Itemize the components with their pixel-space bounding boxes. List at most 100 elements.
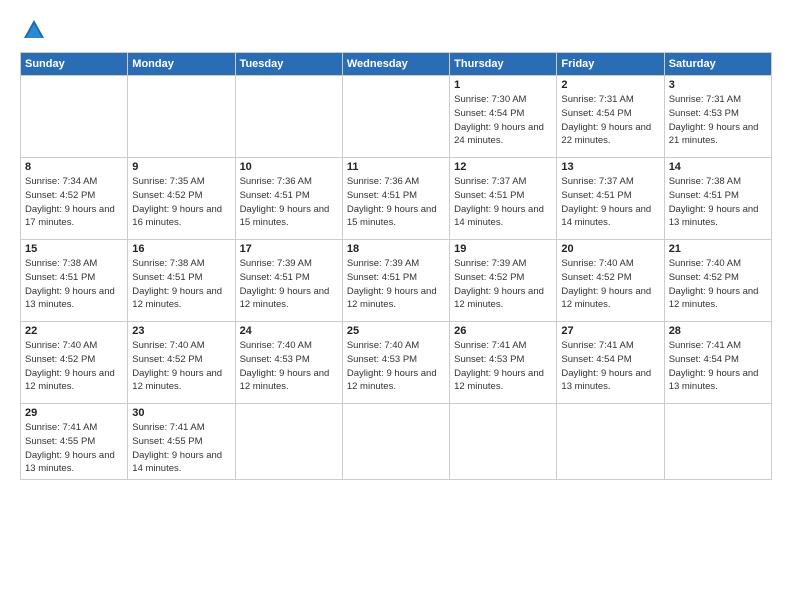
calendar-week-2: 15 Sunrise: 7:38 AM Sunset: 4:51 PM Dayli… <box>21 240 772 322</box>
day-info: Sunrise: 7:39 AM Sunset: 4:51 PM Dayligh… <box>240 257 338 312</box>
calendar-cell: 9Sunrise: 7:35 AM Sunset: 4:52 PM Daylig… <box>128 158 235 240</box>
calendar-cell: 30 Sunrise: 7:41 AM Sunset: 4:55 PM Dayli… <box>128 404 235 480</box>
calendar-cell: 8 Sunrise: 7:34 AM Sunset: 4:52 PM Daylig… <box>21 158 128 240</box>
day-number: 12 <box>454 161 552 173</box>
day-number: 19 <box>454 243 552 255</box>
calendar-cell <box>128 76 235 158</box>
day-info: Sunrise: 7:36 AM Sunset: 4:51 PM Dayligh… <box>347 175 445 230</box>
calendar-cell: 23 Sunrise: 7:40 AM Sunset: 4:52 PM Dayli… <box>128 322 235 404</box>
calendar-cell: 11 Sunrise: 7:36 AM Sunset: 4:51 PM Dayli… <box>342 158 449 240</box>
calendar-cell: 16 Sunrise: 7:38 AM Sunset: 4:51 PM Dayli… <box>128 240 235 322</box>
header <box>20 16 772 44</box>
day-number: 30 <box>132 407 230 419</box>
calendar-cell: 21Sunrise: 7:40 AM Sunset: 4:52 PM Dayli… <box>664 240 771 322</box>
day-number: 20 <box>561 243 659 255</box>
calendar-cell: 22 Sunrise: 7:40 AM Sunset: 4:52 PM Dayli… <box>21 322 128 404</box>
calendar-header-row: SundayMondayTuesdayWednesdayThursdayFrid… <box>21 53 772 76</box>
calendar-cell <box>342 76 449 158</box>
day-number: 27 <box>561 325 659 337</box>
calendar-cell: 18 Sunrise: 7:39 AM Sunset: 4:51 PM Dayli… <box>342 240 449 322</box>
calendar-header-saturday: Saturday <box>664 53 771 76</box>
day-info: Sunrise: 7:37 AM Sunset: 4:51 PM Dayligh… <box>561 175 659 230</box>
calendar-cell: 28 Sunrise: 7:41 AM Sunset: 4:54 PM Dayli… <box>664 322 771 404</box>
calendar-header-friday: Friday <box>557 53 664 76</box>
day-number: 11 <box>347 161 445 173</box>
calendar-body: 1 Sunrise: 7:30 AM Sunset: 4:54 PM Daylig… <box>21 76 772 480</box>
calendar: SundayMondayTuesdayWednesdayThursdayFrid… <box>20 52 772 480</box>
calendar-cell: 19 Sunrise: 7:39 AM Sunset: 4:52 PM Dayli… <box>450 240 557 322</box>
calendar-cell: 10Sunrise: 7:36 AM Sunset: 4:51 PM Dayli… <box>235 158 342 240</box>
calendar-cell: 14 Sunrise: 7:38 AM Sunset: 4:51 PM Dayli… <box>664 158 771 240</box>
day-info: Sunrise: 7:31 AM Sunset: 4:54 PM Dayligh… <box>561 93 659 148</box>
calendar-cell: 2 Sunrise: 7:31 AM Sunset: 4:54 PM Daylig… <box>557 76 664 158</box>
day-info: Sunrise: 7:41 AM Sunset: 4:55 PM Dayligh… <box>132 421 230 476</box>
day-number: 24 <box>240 325 338 337</box>
day-info: Sunrise: 7:41 AM Sunset: 4:54 PM Dayligh… <box>561 339 659 394</box>
day-number: 14 <box>669 161 767 173</box>
day-info: Sunrise: 7:37 AM Sunset: 4:51 PM Dayligh… <box>454 175 552 230</box>
day-info: Sunrise: 7:41 AM Sunset: 4:54 PM Dayligh… <box>669 339 767 394</box>
day-info: Sunrise: 7:41 AM Sunset: 4:53 PM Dayligh… <box>454 339 552 394</box>
day-info: Sunrise: 7:38 AM Sunset: 4:51 PM Dayligh… <box>132 257 230 312</box>
calendar-cell: 20 Sunrise: 7:40 AM Sunset: 4:52 PM Dayli… <box>557 240 664 322</box>
day-number: 10 <box>240 161 338 173</box>
day-number: 29 <box>25 407 123 419</box>
day-number: 9 <box>132 161 230 173</box>
calendar-cell <box>664 404 771 480</box>
day-info: Sunrise: 7:39 AM Sunset: 4:51 PM Dayligh… <box>347 257 445 312</box>
day-number: 1 <box>454 79 552 91</box>
day-number: 25 <box>347 325 445 337</box>
calendar-cell <box>450 404 557 480</box>
calendar-cell: 25 Sunrise: 7:40 AM Sunset: 4:53 PM Dayli… <box>342 322 449 404</box>
day-info: Sunrise: 7:40 AM Sunset: 4:53 PM Dayligh… <box>347 339 445 394</box>
calendar-cell: 17 Sunrise: 7:39 AM Sunset: 4:51 PM Dayli… <box>235 240 342 322</box>
calendar-cell <box>235 404 342 480</box>
day-number: 3 <box>669 79 767 91</box>
day-info: Sunrise: 7:40 AM Sunset: 4:52 PM Dayligh… <box>561 257 659 312</box>
logo-icon <box>20 16 48 44</box>
day-number: 28 <box>669 325 767 337</box>
day-info: Sunrise: 7:31 AM Sunset: 4:53 PM Dayligh… <box>669 93 767 148</box>
calendar-header-tuesday: Tuesday <box>235 53 342 76</box>
day-number: 18 <box>347 243 445 255</box>
calendar-header-thursday: Thursday <box>450 53 557 76</box>
calendar-cell: 15 Sunrise: 7:38 AM Sunset: 4:51 PM Dayli… <box>21 240 128 322</box>
day-info: Sunrise: 7:34 AM Sunset: 4:52 PM Dayligh… <box>25 175 123 230</box>
day-info: Sunrise: 7:30 AM Sunset: 4:54 PM Dayligh… <box>454 93 552 148</box>
calendar-header-sunday: Sunday <box>21 53 128 76</box>
logo <box>20 16 52 44</box>
page: SundayMondayTuesdayWednesdayThursdayFrid… <box>0 0 792 612</box>
calendar-cell: 12 Sunrise: 7:37 AM Sunset: 4:51 PM Dayli… <box>450 158 557 240</box>
day-number: 13 <box>561 161 659 173</box>
day-info: Sunrise: 7:38 AM Sunset: 4:51 PM Dayligh… <box>669 175 767 230</box>
calendar-cell: 3 Sunrise: 7:31 AM Sunset: 4:53 PM Daylig… <box>664 76 771 158</box>
calendar-cell <box>557 404 664 480</box>
calendar-cell <box>235 76 342 158</box>
calendar-header-monday: Monday <box>128 53 235 76</box>
day-info: Sunrise: 7:40 AM Sunset: 4:53 PM Dayligh… <box>240 339 338 394</box>
day-number: 22 <box>25 325 123 337</box>
calendar-week-3: 22 Sunrise: 7:40 AM Sunset: 4:52 PM Dayli… <box>21 322 772 404</box>
day-number: 21 <box>669 243 767 255</box>
day-info: Sunrise: 7:40 AM Sunset: 4:52 PM Dayligh… <box>132 339 230 394</box>
day-info: Sunrise: 7:39 AM Sunset: 4:52 PM Dayligh… <box>454 257 552 312</box>
calendar-cell <box>21 76 128 158</box>
calendar-cell: 26Sunrise: 7:41 AM Sunset: 4:53 PM Dayli… <box>450 322 557 404</box>
day-info: Sunrise: 7:38 AM Sunset: 4:51 PM Dayligh… <box>25 257 123 312</box>
calendar-week-4: 29 Sunrise: 7:41 AM Sunset: 4:55 PM Dayli… <box>21 404 772 480</box>
day-number: 15 <box>25 243 123 255</box>
day-number: 2 <box>561 79 659 91</box>
calendar-cell: 27 Sunrise: 7:41 AM Sunset: 4:54 PM Dayli… <box>557 322 664 404</box>
calendar-cell <box>342 404 449 480</box>
calendar-week-0: 1 Sunrise: 7:30 AM Sunset: 4:54 PM Daylig… <box>21 76 772 158</box>
day-info: Sunrise: 7:41 AM Sunset: 4:55 PM Dayligh… <box>25 421 123 476</box>
calendar-cell: 13 Sunrise: 7:37 AM Sunset: 4:51 PM Dayli… <box>557 158 664 240</box>
day-number: 23 <box>132 325 230 337</box>
calendar-week-1: 8 Sunrise: 7:34 AM Sunset: 4:52 PM Daylig… <box>21 158 772 240</box>
day-info: Sunrise: 7:40 AM Sunset: 4:52 PM Dayligh… <box>25 339 123 394</box>
calendar-cell: 24 Sunrise: 7:40 AM Sunset: 4:53 PM Dayli… <box>235 322 342 404</box>
day-number: 8 <box>25 161 123 173</box>
day-number: 16 <box>132 243 230 255</box>
day-number: 17 <box>240 243 338 255</box>
calendar-cell: 1 Sunrise: 7:30 AM Sunset: 4:54 PM Daylig… <box>450 76 557 158</box>
